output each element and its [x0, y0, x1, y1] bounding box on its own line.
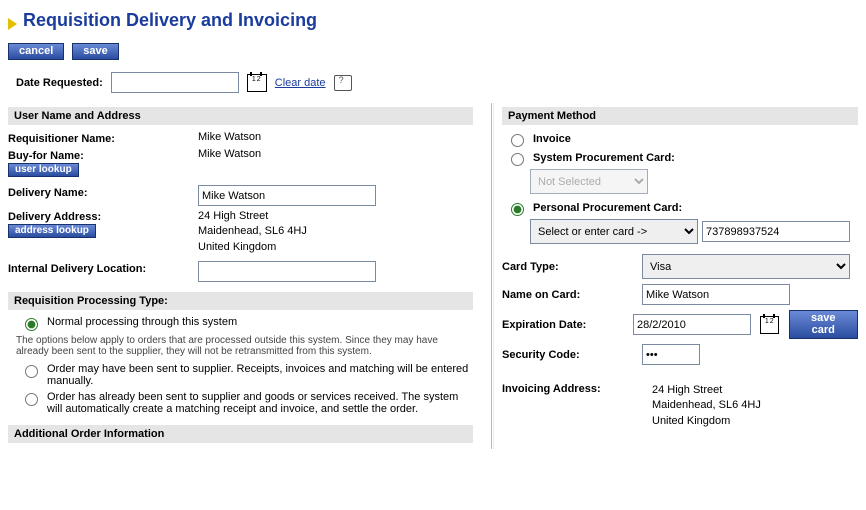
security-code-label: Security Code: [502, 349, 642, 361]
security-code-input[interactable] [642, 344, 700, 365]
payment-radio-system-card[interactable] [511, 153, 524, 166]
delivery-name-row: Delivery Name: [8, 185, 473, 206]
note-icon[interactable] [334, 75, 352, 91]
personal-card-select[interactable]: Select or enter card -> [530, 219, 698, 244]
name-on-card-row: Name on Card: [502, 284, 858, 305]
section-processing-type: Requisition Processing Type: [8, 292, 473, 310]
invoicing-address-line3: United Kingdom [652, 414, 761, 429]
processing-help-text: The options below apply to orders that a… [16, 335, 465, 357]
processing-radio-normal[interactable] [25, 318, 38, 331]
requisitioner-label: Requisitioner Name: [8, 131, 198, 145]
delivery-name-input[interactable] [198, 185, 376, 206]
section-additional-order-info: Additional Order Information [8, 425, 473, 443]
payment-option-invoice-label: Invoice [533, 133, 571, 145]
processing-radio-maybe[interactable] [25, 365, 38, 378]
personal-card-number-input[interactable] [702, 221, 850, 242]
delivery-name-label: Delivery Name: [8, 185, 198, 199]
page-title-row: Requisition Delivery and Invoicing [8, 8, 858, 39]
invoicing-address-line2: Maidenhead, SL6 4HJ [652, 398, 761, 413]
date-requested-label: Date Requested: [8, 77, 103, 89]
payment-option-personal-card-label: Personal Procurement Card: [533, 202, 682, 214]
processing-option-maybe[interactable]: Order may have been sent to supplier. Re… [20, 363, 469, 387]
date-requested-input[interactable] [111, 72, 239, 93]
expiration-input[interactable] [633, 314, 751, 335]
system-card-select: Not Selected [530, 169, 648, 194]
section-payment-method: Payment Method [502, 107, 858, 125]
invoicing-address-label: Invoicing Address: [502, 383, 652, 395]
calendar-icon[interactable] [247, 74, 267, 92]
save-card-button[interactable]: save card [789, 310, 858, 339]
right-column: Payment Method Invoice System Procuremen… [502, 103, 858, 449]
invoicing-address-value: 24 High Street Maidenhead, SL6 4HJ Unite… [652, 383, 761, 429]
card-type-row: Card Type: Visa [502, 254, 858, 279]
payment-option-system-card[interactable]: System Procurement Card: [506, 150, 858, 166]
delivery-address-label-text: Delivery Address: [8, 211, 198, 223]
delivery-address-label: Delivery Address: address lookup [8, 209, 198, 238]
delivery-address-line2: Maidenhead, SL6 4HJ [198, 224, 473, 239]
processing-option-already[interactable]: Order has already been sent to supplier … [20, 391, 469, 415]
triangle-icon [8, 18, 17, 30]
page-title: Requisition Delivery and Invoicing [23, 10, 317, 31]
processing-option-normal-label: Normal processing through this system [47, 316, 237, 328]
invoicing-address-row: Invoicing Address: 24 High Street Maiden… [502, 383, 858, 429]
section-user-name-address: User Name and Address [8, 107, 473, 125]
column-divider [491, 103, 494, 449]
invoicing-address-line1: 24 High Street [652, 383, 761, 398]
user-lookup-button[interactable]: user lookup [8, 163, 79, 177]
buyfor-value: Mike Watson [198, 148, 473, 160]
top-button-row: cancel save [8, 43, 858, 60]
internal-location-row: Internal Delivery Location: [8, 261, 473, 282]
system-card-select-wrapper: Not Selected [530, 169, 858, 194]
delivery-address-row: Delivery Address: address lookup 24 High… [8, 209, 473, 255]
payment-option-invoice[interactable]: Invoice [506, 131, 858, 147]
name-on-card-label: Name on Card: [502, 289, 642, 301]
card-type-label: Card Type: [502, 261, 642, 273]
expiration-label: Expiration Date: [502, 319, 633, 331]
payment-radio-personal-card[interactable] [511, 203, 524, 216]
payment-radio-invoice[interactable] [511, 134, 524, 147]
processing-option-already-label: Order has already been sent to supplier … [47, 391, 469, 415]
processing-option-normal[interactable]: Normal processing through this system [20, 316, 469, 331]
delivery-address-value: 24 High Street Maidenhead, SL6 4HJ Unite… [198, 209, 473, 255]
requisitioner-row: Requisitioner Name: Mike Watson [8, 131, 473, 145]
processing-option-maybe-label: Order may have been sent to supplier. Re… [47, 363, 469, 387]
personal-card-entry-row: Select or enter card -> [530, 219, 858, 244]
internal-location-label: Internal Delivery Location: [8, 261, 198, 275]
address-lookup-button[interactable]: address lookup [8, 224, 96, 238]
calendar-icon[interactable] [760, 316, 779, 334]
columns: User Name and Address Requisitioner Name… [8, 103, 858, 449]
buyfor-row: Buy-for Name: user lookup Mike Watson [8, 148, 473, 177]
buyfor-label: Buy-for Name: user lookup [8, 148, 198, 177]
save-button[interactable]: save [72, 43, 118, 60]
payment-option-personal-card[interactable]: Personal Procurement Card: [506, 200, 858, 216]
delivery-address-line3: United Kingdom [198, 240, 473, 255]
left-column: User Name and Address Requisitioner Name… [8, 103, 483, 449]
requisitioner-value: Mike Watson [198, 131, 473, 143]
name-on-card-input[interactable] [642, 284, 790, 305]
clear-date-link[interactable]: Clear date [275, 77, 326, 89]
buyfor-label-text: Buy-for Name: [8, 150, 198, 162]
cancel-button[interactable]: cancel [8, 43, 64, 60]
expiration-row: Expiration Date: save card [502, 310, 858, 339]
payment-option-system-card-label: System Procurement Card: [533, 152, 675, 164]
processing-radio-already[interactable] [25, 393, 38, 406]
date-requested-row: Date Requested: Clear date [8, 72, 858, 93]
security-code-row: Security Code: [502, 344, 858, 365]
card-type-select[interactable]: Visa [642, 254, 850, 279]
delivery-address-line1: 24 High Street [198, 209, 473, 224]
internal-location-input[interactable] [198, 261, 376, 282]
